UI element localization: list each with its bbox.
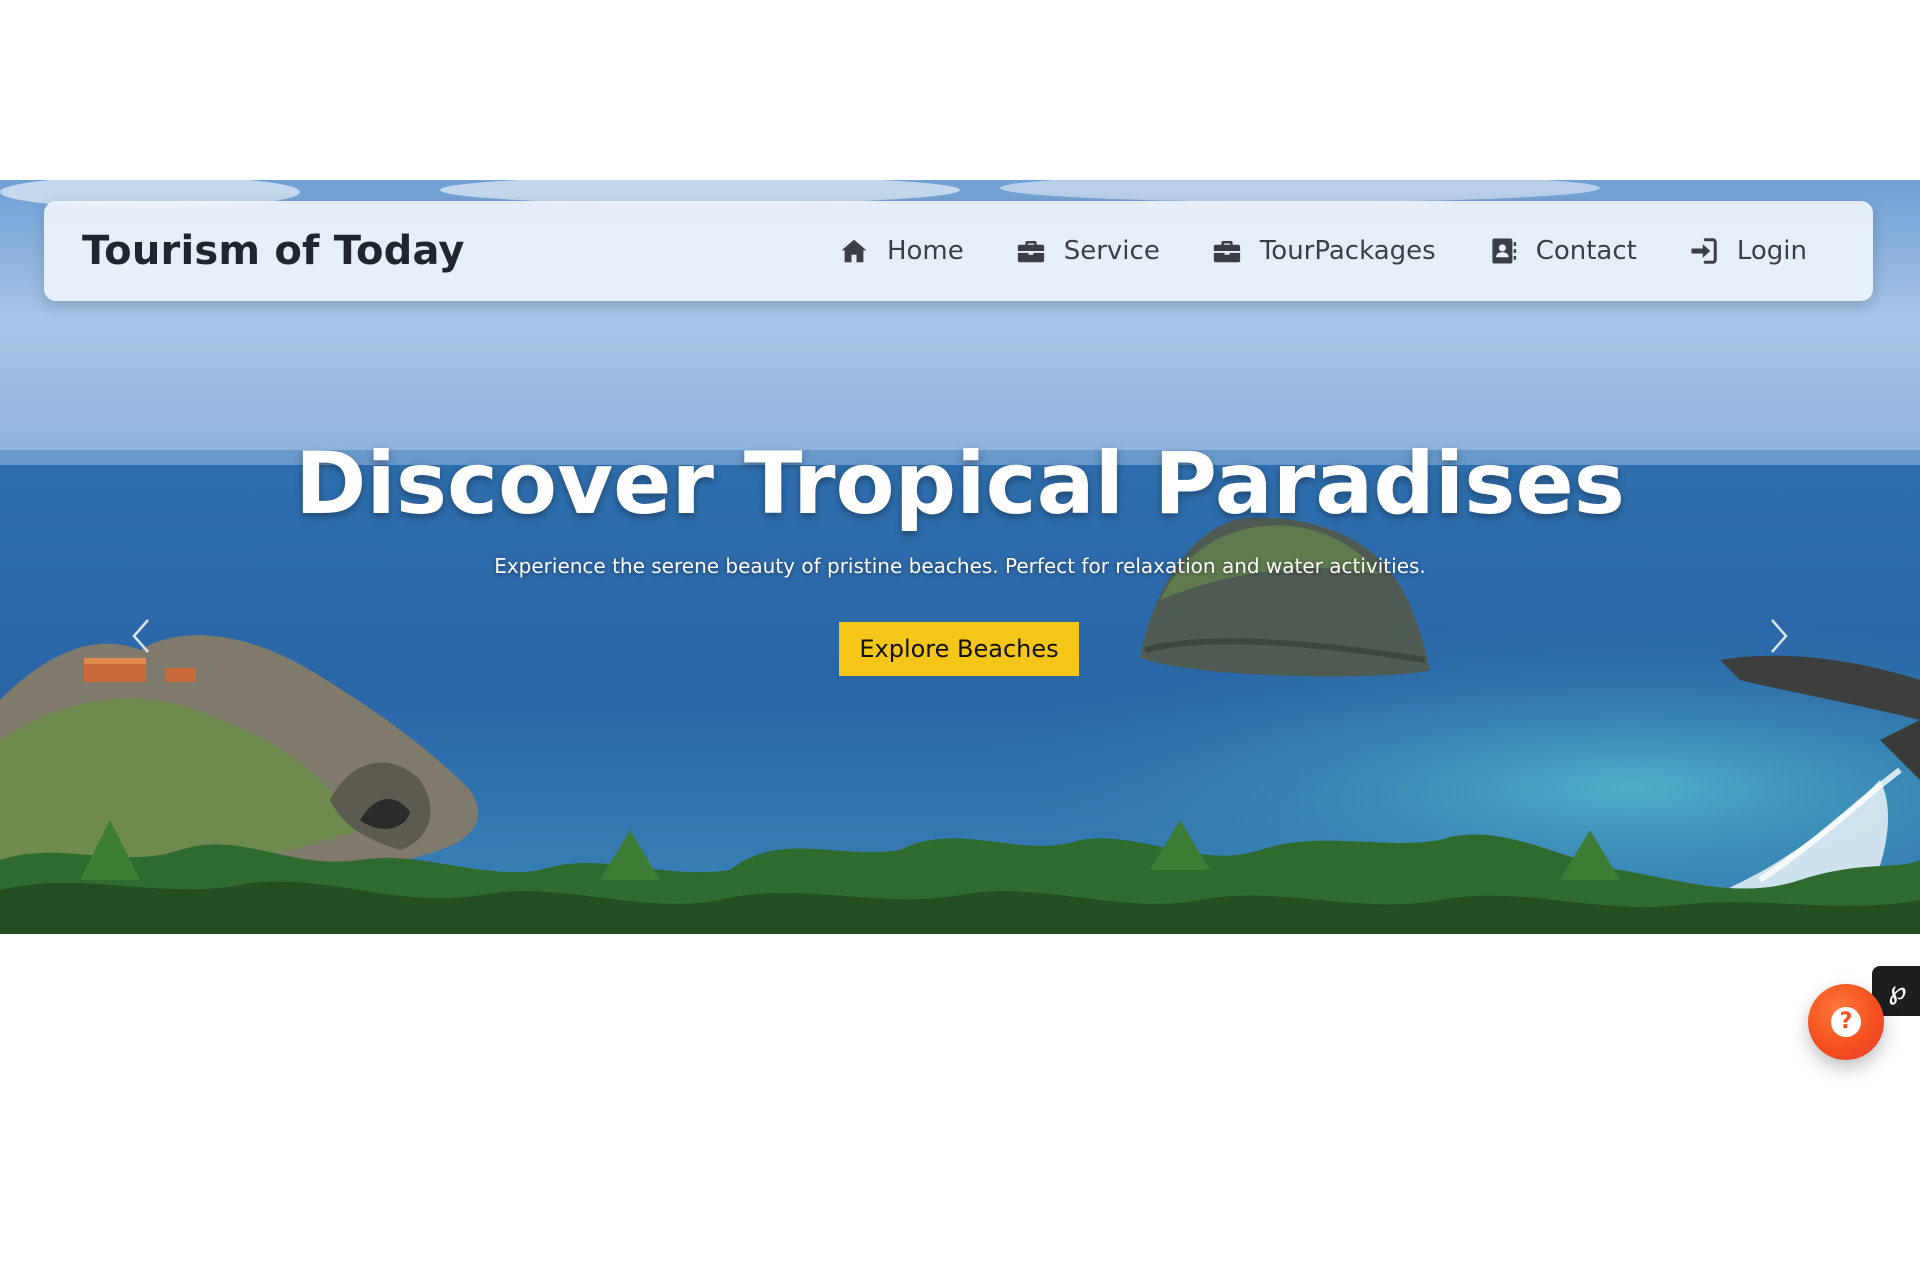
widget-logo-icon: ℘ <box>1888 976 1906 1006</box>
address-book-icon <box>1492 238 1516 264</box>
nav-item-label: TourPackages <box>1259 236 1436 266</box>
nav-item-label: Home <box>886 236 964 266</box>
brand-logo[interactable]: Tourism of Today <box>82 228 465 274</box>
carousel-next-button[interactable] <box>1758 616 1798 656</box>
question-icon: ? <box>1831 1007 1861 1037</box>
nav-item-login[interactable]: Login <box>1689 236 1807 266</box>
nav-item-contact[interactable]: Contact <box>1488 236 1637 266</box>
home-icon <box>841 239 867 263</box>
nav-links: Home Service TourPackages Contact Login <box>839 201 1807 301</box>
nav-item-service[interactable]: Service <box>1016 236 1160 266</box>
briefcase-icon <box>1213 241 1240 263</box>
nav-item-home[interactable]: Home <box>839 236 964 266</box>
nav-item-label: Contact <box>1535 236 1637 266</box>
hero-subtitle: Experience the serene beauty of pristine… <box>494 554 1426 578</box>
page: Tourism of Today Home Service TourPackag… <box>0 0 1920 1269</box>
briefcase-icon <box>1017 241 1044 263</box>
carousel-prev-button[interactable] <box>122 616 162 656</box>
nav-item-tourpackages[interactable]: TourPackages <box>1212 236 1436 266</box>
nav-item-label: Login <box>1736 236 1807 266</box>
explore-beaches-button[interactable]: Explore Beaches <box>839 622 1079 676</box>
top-navbar: Tourism of Today Home Service TourPackag… <box>44 201 1873 301</box>
help-button[interactable]: ? <box>1808 984 1884 1060</box>
sign-in-icon <box>1691 238 1717 264</box>
chevron-left-icon <box>132 619 149 653</box>
chevron-right-icon <box>1771 619 1788 653</box>
hero-title: Discover Tropical Paradises <box>295 434 1625 534</box>
nav-item-label: Service <box>1063 236 1160 266</box>
